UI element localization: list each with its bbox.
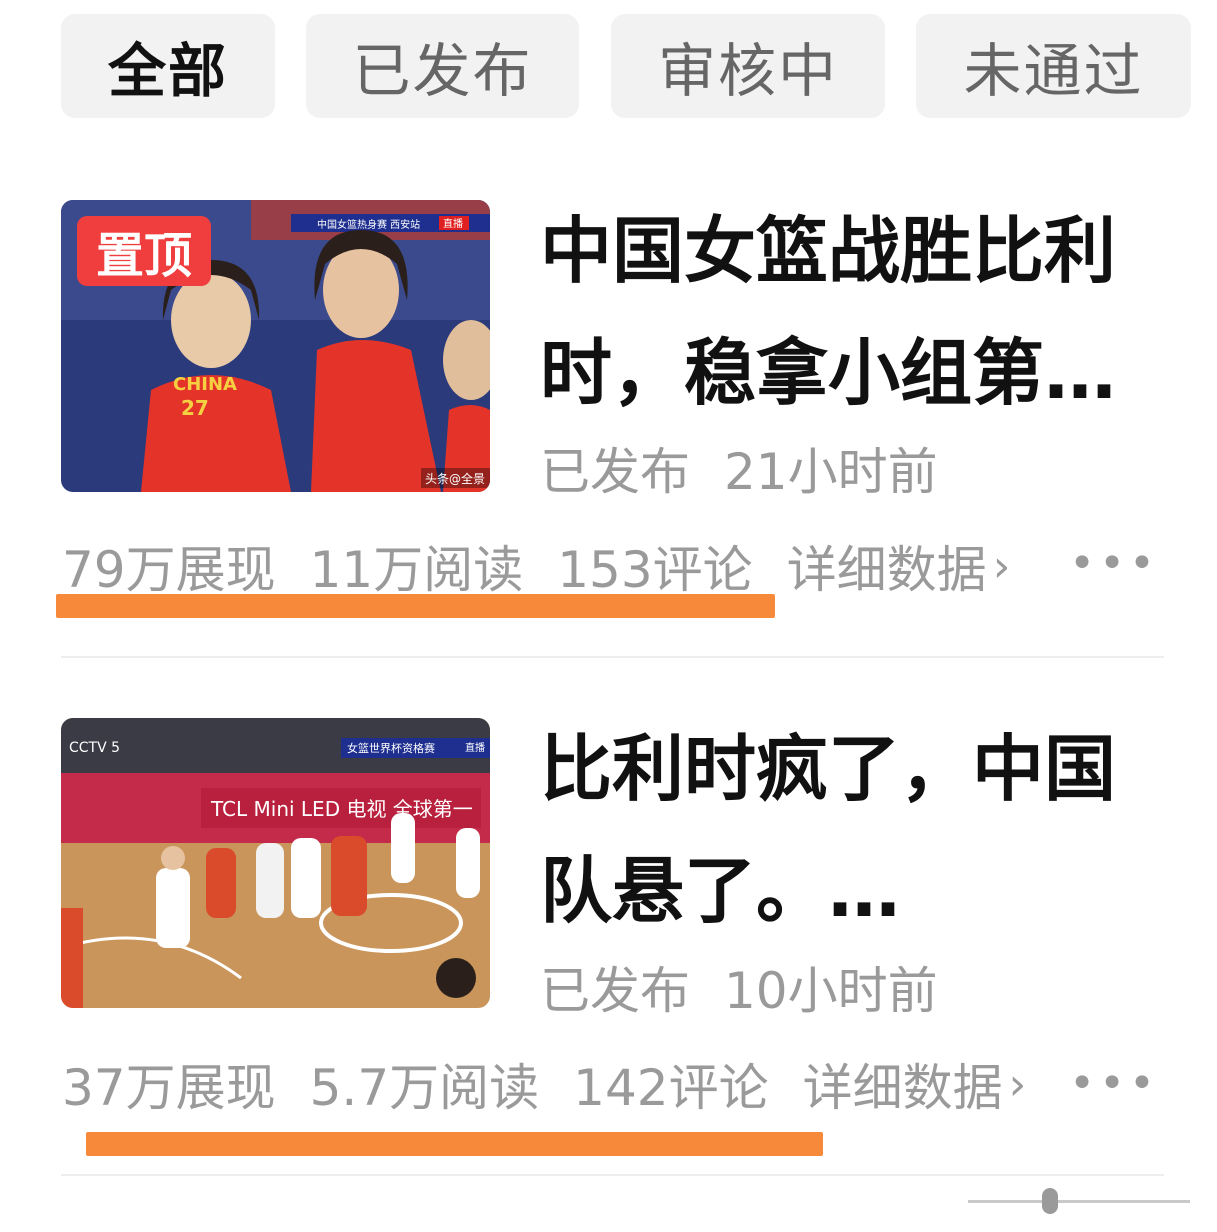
- article-stats: 79万展现 11万阅读 153评论 详细数据 ›: [62, 530, 1010, 602]
- comments-count: 153评论: [557, 541, 753, 599]
- pin-badge: 置顶: [77, 216, 211, 286]
- publish-time: 21小时前: [724, 443, 938, 501]
- article-status-row: 已发布 10小时前: [540, 951, 972, 1023]
- reads-count: 11万阅读: [309, 541, 524, 599]
- divider: [61, 1174, 1164, 1176]
- reads-count: 5.7万阅读: [309, 1059, 540, 1117]
- status-label: 已发布: [540, 443, 690, 501]
- overlay-live: 直播: [443, 217, 463, 230]
- detail-data-label: 详细数据: [802, 1059, 1003, 1117]
- overlay-banner: 中国女篮热身赛 西安站: [317, 218, 420, 231]
- status-label: 已发布: [540, 962, 690, 1020]
- detail-data-link[interactable]: 详细数据 ›: [803, 1048, 1027, 1120]
- detail-data-link[interactable]: 详细数据 ›: [787, 530, 1011, 602]
- tab-rejected[interactable]: 未通过: [916, 14, 1191, 118]
- jersey-number: 27: [181, 396, 209, 420]
- more-options-icon[interactable]: •••: [1069, 1058, 1159, 1109]
- tab-reviewing[interactable]: 审核中: [611, 14, 885, 118]
- tab-published[interactable]: 已发布: [306, 14, 579, 118]
- overlay-banner: 女篮世界杯资格赛: [347, 741, 435, 755]
- article-title[interactable]: 比利时疯了，中国队悬了。…: [540, 708, 1160, 952]
- scroll-track: [968, 1200, 1190, 1203]
- jersey-text: CHINA: [173, 374, 237, 395]
- comments-count: 142评论: [573, 1059, 769, 1117]
- scroll-indicator: [968, 1188, 1190, 1214]
- thumbnail-image: 女篮世界杯资格赛 直播 CCTV 5 TCL Mini LED 电视 全球第一: [61, 718, 490, 1008]
- watermark: 头条@全景: [425, 471, 485, 486]
- article-status-row: 已发布 21小时前: [540, 432, 972, 504]
- channel-logo: CCTV 5: [69, 740, 120, 756]
- detail-data-label: 详细数据: [786, 541, 987, 599]
- status-tabs: 全部 已发布 审核中 未通过: [61, 14, 1191, 118]
- impressions-count: 79万展现: [62, 541, 276, 599]
- more-options-icon[interactable]: •••: [1069, 538, 1159, 589]
- divider: [61, 656, 1164, 658]
- chevron-right-icon: ›: [992, 540, 1011, 592]
- tab-all[interactable]: 全部: [61, 14, 275, 118]
- highlight-underline: [86, 1132, 823, 1156]
- article-stats: 37万展现 5.7万阅读 142评论 详细数据 ›: [62, 1048, 1026, 1120]
- article-thumbnail[interactable]: 中国女篮热身赛 西安站 直播 CHINA 27 头条@全景 置顶: [61, 200, 490, 492]
- article-thumbnail[interactable]: 女篮世界杯资格赛 直播 CCTV 5 TCL Mini LED 电视 全球第一: [61, 718, 490, 1008]
- overlay-live: 直播: [465, 741, 485, 754]
- highlight-underline: [56, 594, 775, 618]
- court-ad: TCL Mini LED 电视 全球第一: [210, 797, 473, 821]
- scroll-knob[interactable]: [1042, 1188, 1058, 1214]
- publish-time: 10小时前: [724, 962, 938, 1020]
- article-title[interactable]: 中国女篮战胜比利时，稳拿小组第…: [540, 190, 1160, 434]
- impressions-count: 37万展现: [62, 1059, 276, 1117]
- chevron-right-icon: ›: [1008, 1058, 1027, 1110]
